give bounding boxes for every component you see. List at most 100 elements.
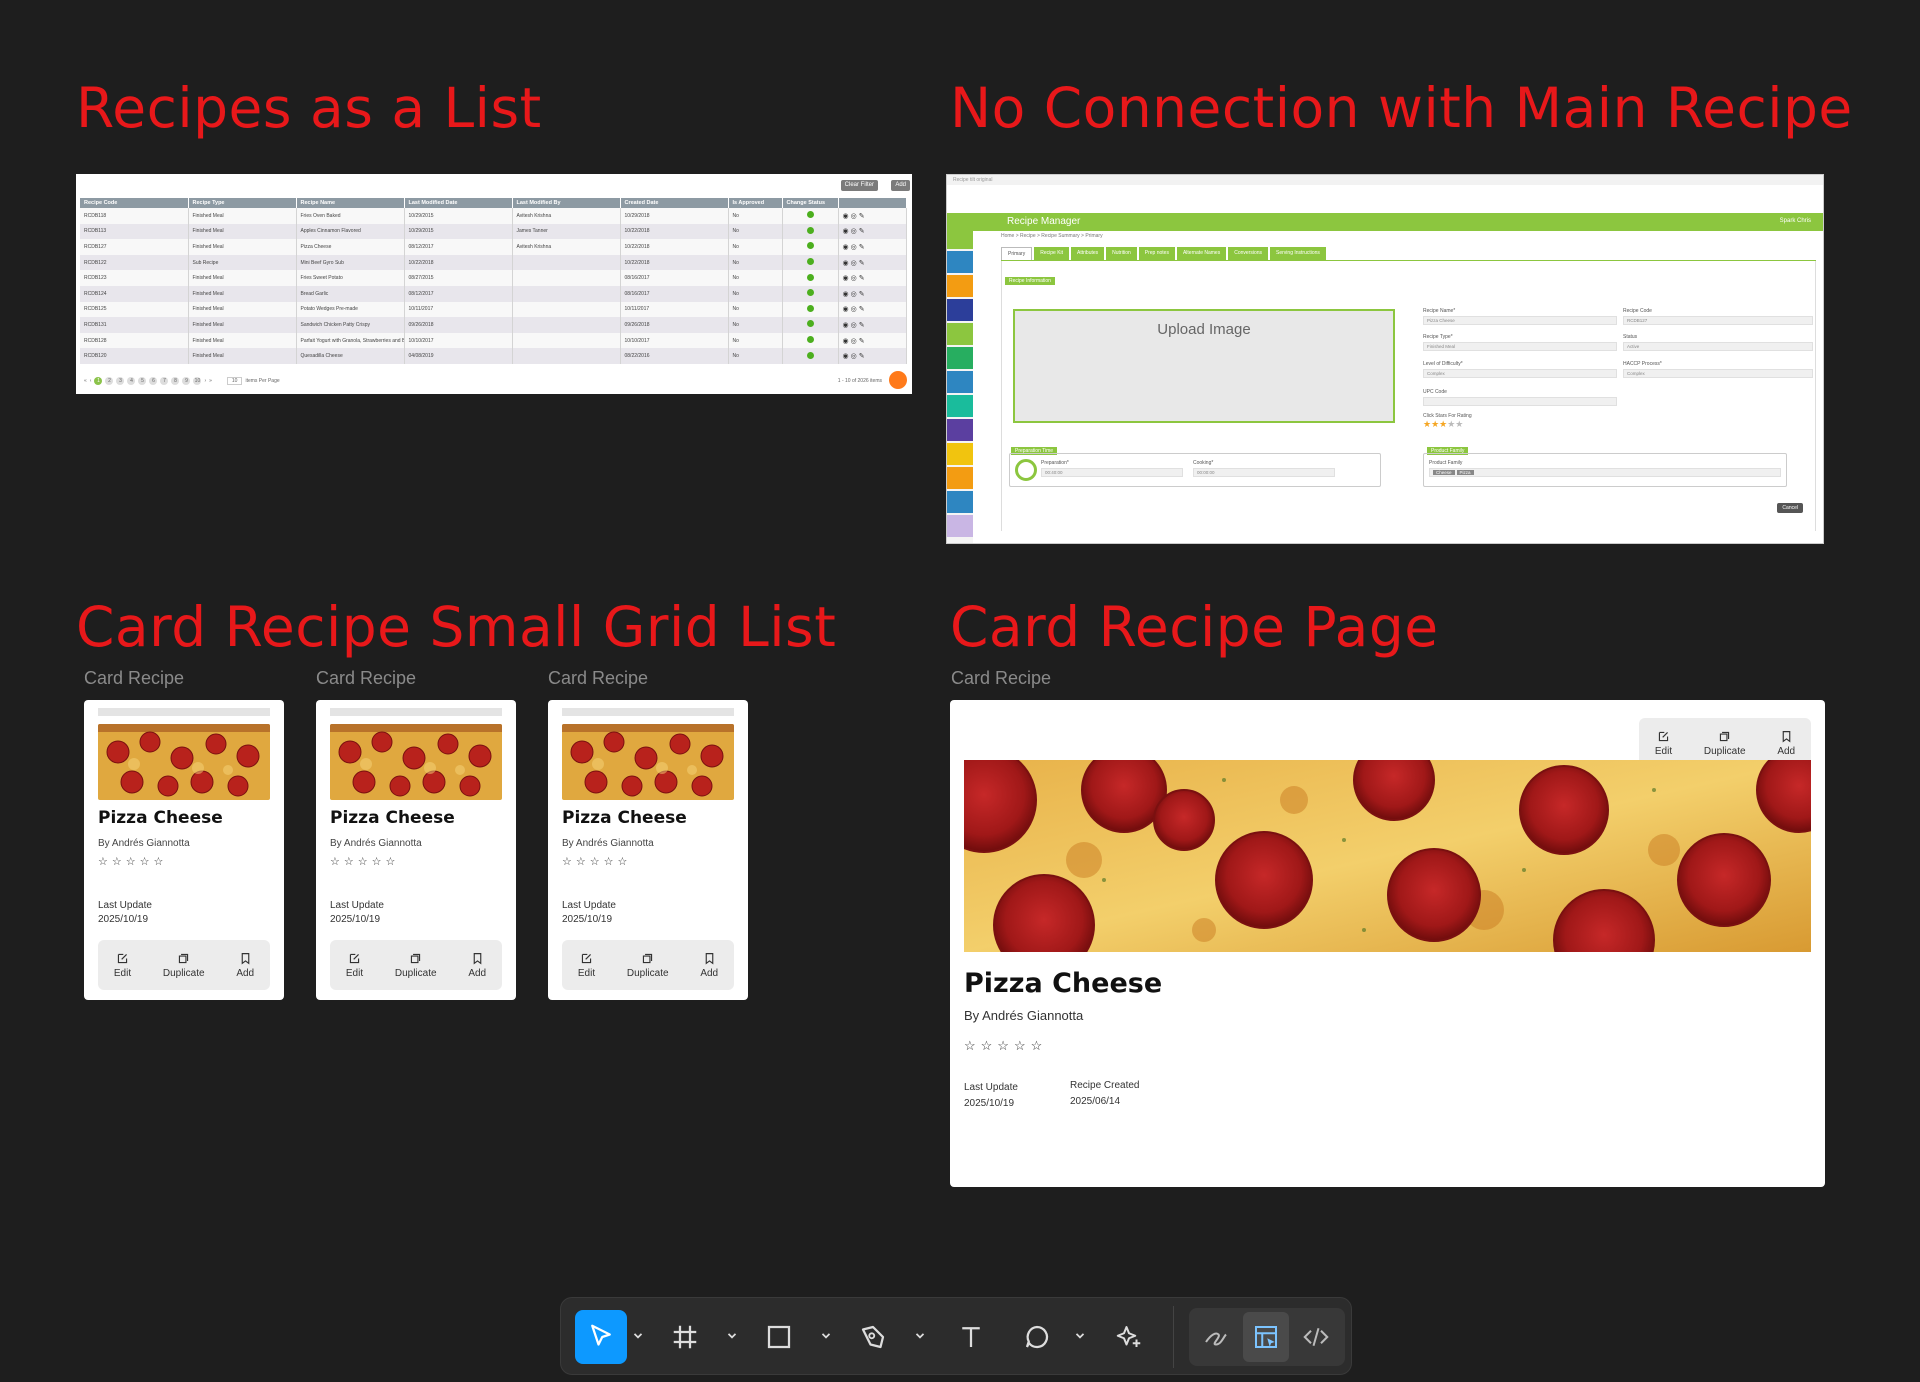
clear-filter-button[interactable]: Clear Filter — [840, 180, 878, 191]
table-row[interactable]: RCDB124 Finished Meal Bread Garlic 08/12/20… — [80, 285, 907, 302]
pager-nav-icon[interactable]: « — [84, 378, 87, 384]
recipe-code-field[interactable]: RCDB127 — [1623, 316, 1813, 325]
edit-icon[interactable]: ✎ — [859, 353, 867, 360]
page-button[interactable]: 10 — [193, 377, 202, 385]
recipe-card[interactable]: Pizza Cheese By Andrés Giannotta ☆☆☆☆☆ Last… — [316, 700, 516, 1000]
view-icon[interactable]: ◉ — [843, 275, 851, 282]
sidebar-item-calendar[interactable] — [947, 491, 973, 513]
eye-icon[interactable]: ◎ — [851, 275, 859, 282]
eye-icon[interactable]: ◎ — [851, 291, 859, 298]
sidebar-item-alerts[interactable] — [947, 467, 973, 489]
eye-icon[interactable]: ◎ — [851, 306, 859, 313]
edit-icon[interactable]: ✎ — [859, 228, 867, 235]
column-header[interactable]: Last Modified By — [512, 198, 621, 208]
add-button[interactable]: Add — [1777, 730, 1795, 757]
cooking-field[interactable]: 00:00:00 — [1193, 468, 1335, 477]
sidebar-item-recipes[interactable] — [947, 275, 973, 297]
view-icon[interactable]: ◉ — [843, 353, 851, 360]
sidebar-item-menu[interactable] — [947, 323, 973, 345]
rating-stars[interactable]: ☆☆☆☆☆ — [562, 855, 631, 868]
rectangle-tool[interactable] — [759, 1310, 799, 1364]
haccp-select[interactable]: Complex — [1623, 369, 1813, 378]
column-header[interactable]: Change Status — [782, 198, 839, 208]
duplicate-button[interactable]: Duplicate — [395, 952, 437, 979]
view-icon[interactable]: ◉ — [843, 291, 851, 298]
table-row[interactable]: RCDB125 Finished Meal Potato Wedges Pre-ma… — [80, 301, 907, 318]
page-button[interactable]: 5 — [138, 377, 147, 385]
table-row[interactable]: RCDB123 Finished Meal Fries Sweet Potato 08… — [80, 270, 907, 286]
tab-item[interactable]: Serving Instructions — [1270, 247, 1326, 260]
edit-button[interactable]: Edit — [1655, 730, 1672, 757]
table-row[interactable]: RCDB127 Finished Meal Pizza Cheese 08/12/20… — [80, 239, 907, 255]
chevron-down-icon[interactable] — [819, 1328, 833, 1342]
eye-icon[interactable]: ◎ — [851, 338, 859, 345]
recipe-card[interactable]: Pizza Cheese By Andrés Giannotta ☆☆☆☆☆ Last… — [84, 700, 284, 1000]
tab-item[interactable]: Nutrition — [1106, 247, 1137, 260]
recipes-list-screenshot[interactable]: Clear Filter Add Recipe Code Recipe Type R… — [76, 174, 912, 394]
table-row[interactable]: RCDB122 Sub Recipe Mini Beef Gyro Sub 10/22… — [80, 254, 907, 271]
eye-icon[interactable]: ◎ — [851, 213, 859, 220]
recipe-name-field[interactable]: Pizza Cheese — [1423, 316, 1617, 325]
table-row[interactable]: RCDB128 Finished Meal Parfait Yogurt with … — [80, 332, 907, 349]
floating-action-button[interactable] — [889, 371, 907, 389]
tab-item[interactable]: Conversions — [1228, 247, 1269, 260]
eye-icon[interactable]: ◎ — [851, 322, 859, 329]
family-chip[interactable]: Pizza — [1456, 470, 1474, 475]
eye-icon[interactable]: ◎ — [851, 228, 859, 235]
page-button[interactable]: 8 — [171, 377, 180, 385]
page-button[interactable]: 3 — [116, 377, 125, 385]
draw-mode-button[interactable] — [1193, 1312, 1239, 1362]
edit-icon[interactable]: ✎ — [859, 275, 867, 282]
pagination[interactable]: «‹ 1 2 3 4 5 6 7 8 9 10 ›» 10 items Per Page — [84, 376, 280, 386]
status-select[interactable]: Active — [1623, 342, 1813, 351]
pen-tool[interactable] — [853, 1310, 893, 1364]
chevron-down-icon[interactable] — [913, 1328, 927, 1342]
ai-tool[interactable] — [1109, 1310, 1149, 1364]
sidebar-item-purchase[interactable] — [947, 371, 973, 393]
preparation-field[interactable]: 00:40:00 — [1041, 468, 1183, 477]
sidebar-item-users[interactable] — [947, 251, 973, 273]
rating-stars[interactable]: ☆☆☆☆☆ — [964, 1038, 1047, 1054]
frame-tool[interactable] — [665, 1310, 705, 1364]
upload-image-dropzone[interactable]: Upload Image — [1013, 309, 1395, 423]
table-row[interactable]: RCDB120 Finished Meal Quesadilla Cheese 04/… — [80, 348, 907, 364]
app-sidebar[interactable] — [947, 227, 973, 543]
eye-icon[interactable]: ◎ — [851, 353, 859, 360]
text-tool[interactable] — [951, 1310, 991, 1364]
rating-stars[interactable]: ★★★★★ — [1423, 419, 1463, 430]
eye-icon[interactable]: ◎ — [851, 260, 859, 267]
page-button[interactable]: 4 — [127, 377, 136, 385]
view-icon[interactable]: ◉ — [843, 244, 851, 251]
edit-icon[interactable]: ✎ — [859, 213, 867, 220]
page-button[interactable]: 6 — [149, 377, 158, 385]
tab-item[interactable]: Recipe Kit — [1034, 247, 1070, 260]
cancel-button[interactable]: Cancel — [1777, 503, 1803, 513]
eye-icon[interactable]: ◎ — [851, 244, 859, 251]
edit-icon[interactable]: ✎ — [859, 306, 867, 313]
edit-button[interactable]: Edit — [346, 952, 363, 979]
page-button[interactable]: 9 — [182, 377, 191, 385]
move-tool[interactable] — [575, 1310, 627, 1364]
sidebar-item-inventory[interactable] — [947, 395, 973, 417]
view-icon[interactable]: ◉ — [843, 213, 851, 220]
edit-icon[interactable]: ✎ — [859, 291, 867, 298]
chevron-down-icon[interactable] — [1073, 1328, 1087, 1342]
column-header[interactable]: Is Approved — [728, 198, 783, 208]
chevron-down-icon[interactable] — [725, 1328, 739, 1342]
column-header[interactable]: Recipe Type — [188, 198, 297, 208]
duplicate-button[interactable]: Duplicate — [1704, 730, 1746, 757]
rating-stars[interactable]: ☆☆☆☆☆ — [98, 855, 167, 868]
page-button[interactable]: 1 — [94, 377, 103, 385]
pager-nav-icon[interactable]: » — [209, 378, 212, 384]
pager-nav-icon[interactable]: › — [204, 378, 206, 384]
edit-button[interactable]: Edit — [578, 952, 595, 979]
edit-button[interactable]: Edit — [114, 952, 131, 979]
rating-stars[interactable]: ☆☆☆☆☆ — [330, 855, 399, 868]
edit-icon[interactable]: ✎ — [859, 322, 867, 329]
duplicate-button[interactable]: Duplicate — [627, 952, 669, 979]
view-icon[interactable]: ◉ — [843, 306, 851, 313]
user-menu[interactable]: Spark Chris — [1780, 218, 1811, 224]
sidebar-item-dashboard[interactable] — [947, 227, 973, 249]
recipe-manager-screenshot[interactable]: Recipe tilt original Recipe Manager Spar… — [946, 174, 1824, 544]
add-recipe-button[interactable]: Add — [891, 180, 910, 191]
